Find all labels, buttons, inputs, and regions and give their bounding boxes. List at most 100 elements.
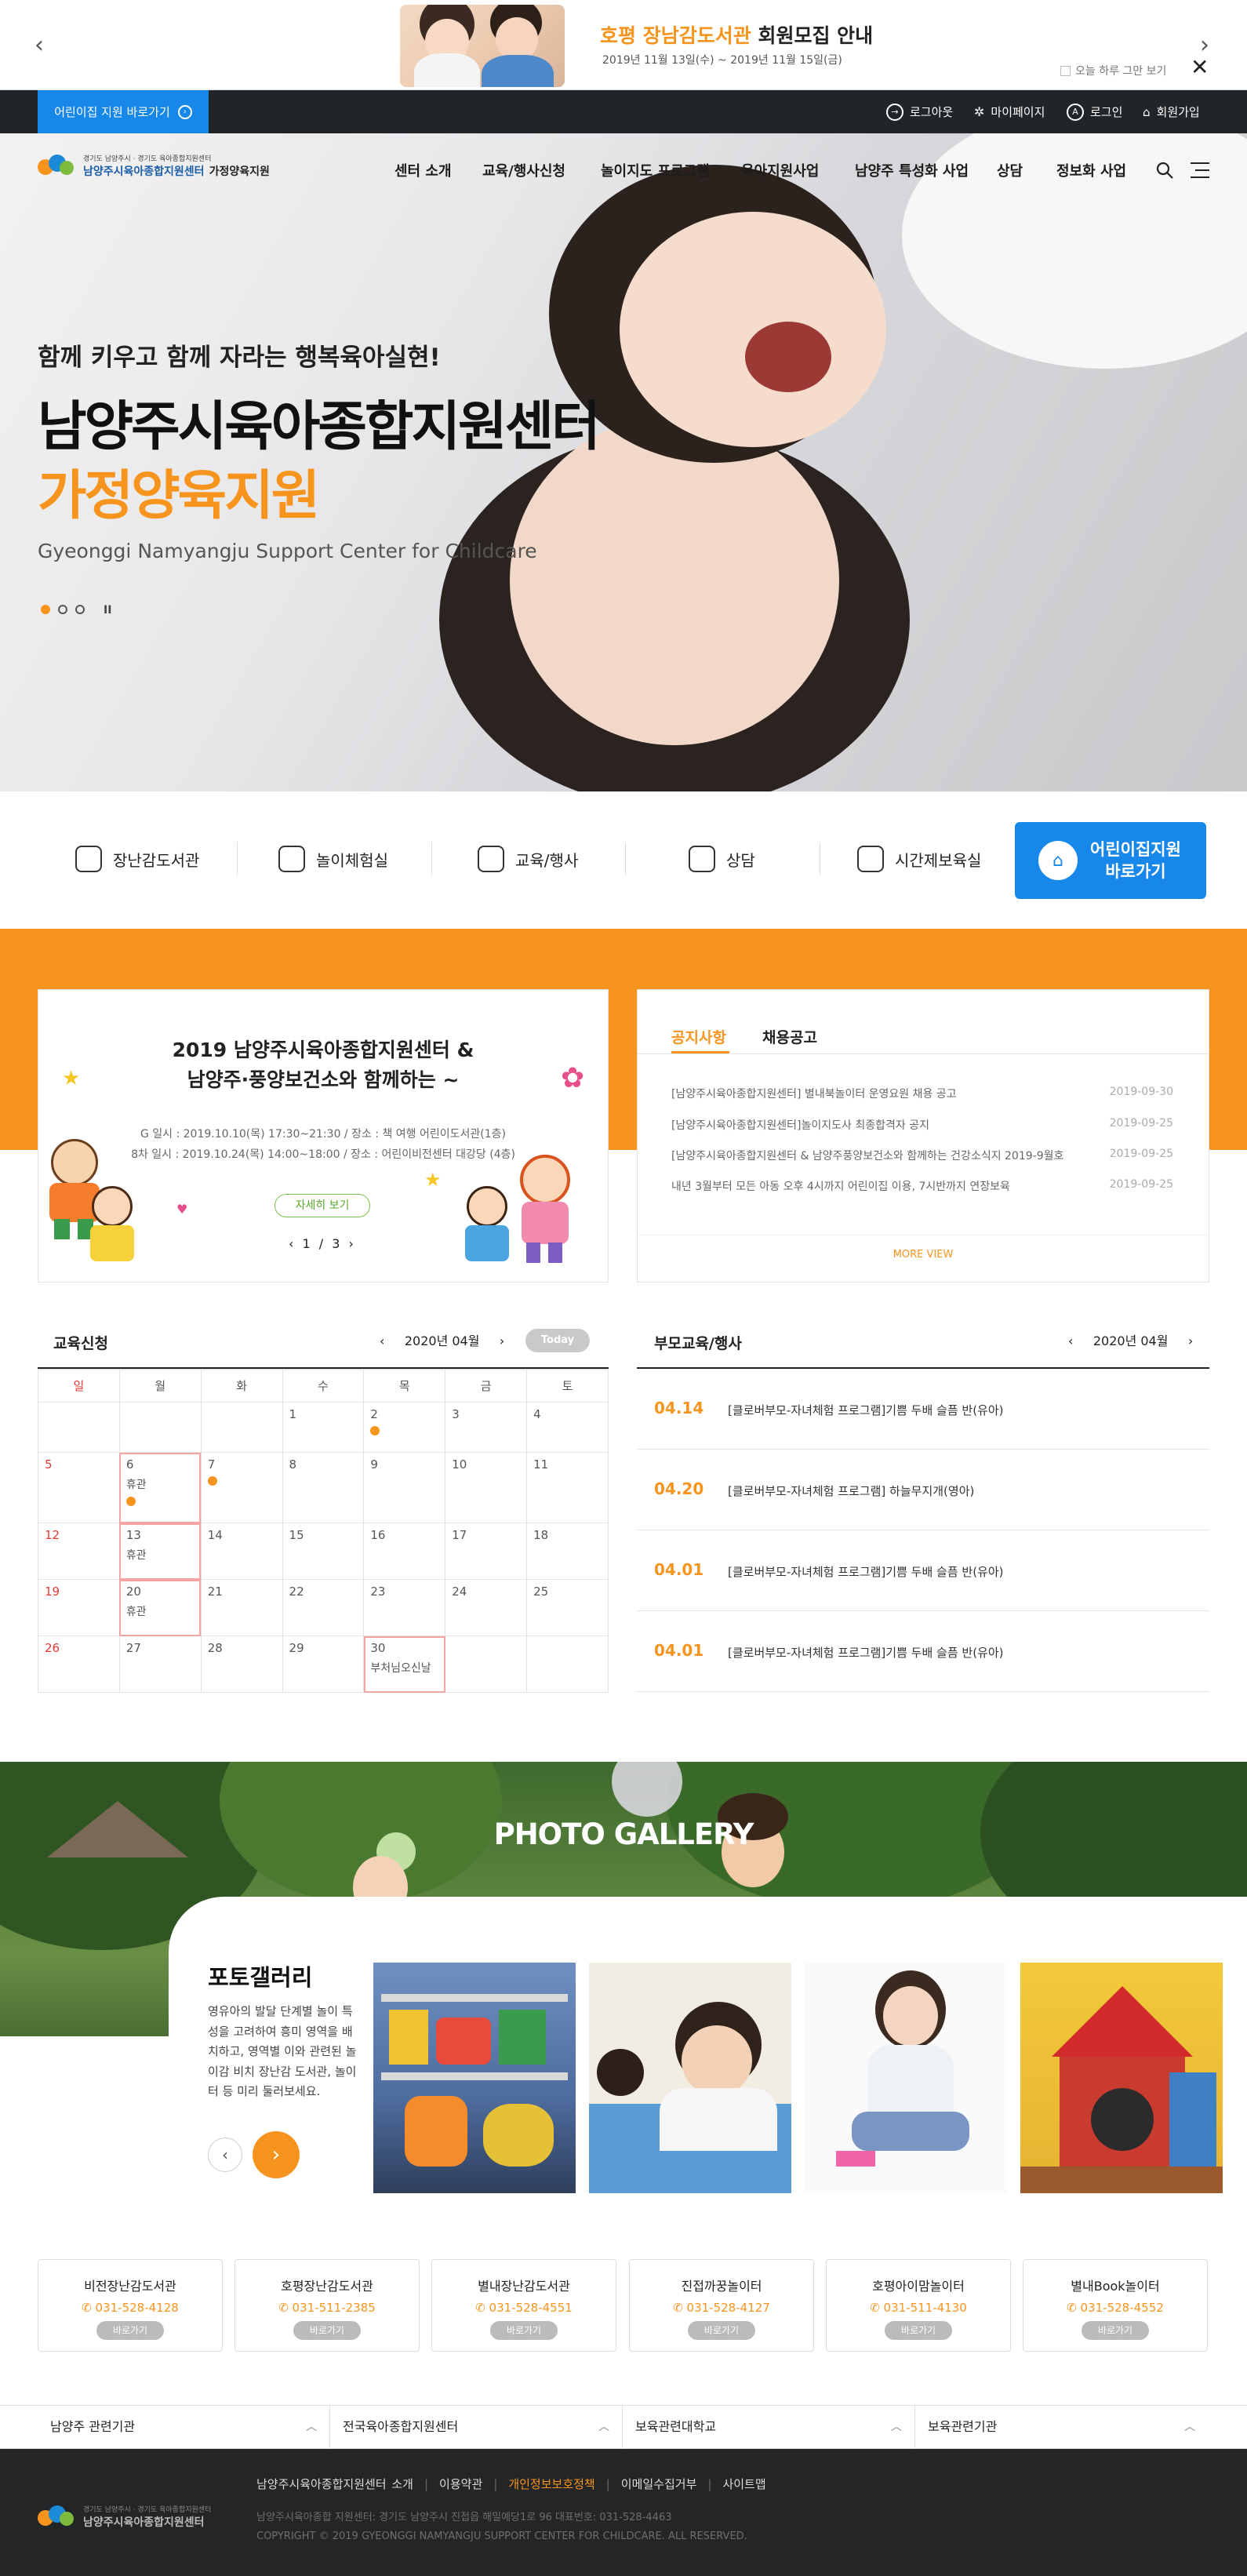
related-dropdown[interactable]: 보육관련대학교 ︿ <box>623 2405 915 2449</box>
tab-notice[interactable]: 공지사항 <box>671 1026 726 1047</box>
calendar-day-holiday[interactable]: 13 휴관 <box>118 1523 202 1580</box>
quick-toy-library[interactable]: 장난감도서관 <box>75 846 199 872</box>
slider-dot[interactable] <box>75 605 85 614</box>
login-link[interactable]: A 로그인 <box>1067 90 1122 133</box>
hamburger-menu-icon[interactable] <box>1191 162 1209 178</box>
facility-go-button[interactable]: 바로가기 <box>885 2321 952 2340</box>
detail-view-button[interactable]: 자세히 보기 <box>274 1194 370 1217</box>
calendar-day-holiday[interactable]: 6 휴관 <box>118 1452 202 1523</box>
calendar-day[interactable]: 9 <box>363 1452 446 1523</box>
nav-education[interactable]: 교육/행사신청 <box>482 160 565 180</box>
calendar-day[interactable]: 22 <box>282 1579 365 1636</box>
chevron-right-icon[interactable]: › <box>1188 1333 1193 1348</box>
parent-edu-row[interactable]: 04.01 [클로버부모-자녀체험 프로그램]기쁨 두배 슬픔 반(유아) <box>637 1611 1209 1692</box>
logo-sub-text: 가정양육지원 <box>209 165 270 178</box>
logout-link[interactable]: → 로그아웃 <box>886 90 953 133</box>
parent-edu-row[interactable]: 04.01 [클로버부모-자녀체험 프로그램]기쁨 두배 슬픔 반(유아) <box>637 1530 1209 1611</box>
popup-dismiss-checkbox[interactable]: 오늘 하루 그만 보기 <box>1060 63 1166 78</box>
gallery-photo-boy-drawing[interactable] <box>589 1963 791 2193</box>
calendar-day[interactable]: 28 <box>200 1635 283 1693</box>
signup-link[interactable]: ⌂ 회원가입 <box>1143 90 1200 133</box>
calendar-day[interactable]: 12 <box>38 1523 120 1580</box>
chevron-right-icon[interactable]: › <box>500 1333 504 1348</box>
parent-edu-row[interactable]: 04.14 [클로버부모-자녀체험 프로그램]기쁨 두배 슬픔 반(유아) <box>637 1369 1209 1450</box>
notice-row[interactable]: 내년 3월부터 모든 아동 오후 4시까지 어린이집 이용, 7시반까지 연장보… <box>671 1178 1173 1194</box>
calendar-day[interactable]: 3 <box>445 1402 528 1453</box>
footer-link-terms[interactable]: 이용약관 <box>439 2477 482 2491</box>
calendar-day[interactable]: 14 <box>200 1523 283 1580</box>
related-dropdown[interactable]: 전국육아종합지원센터 ︿ <box>330 2405 623 2449</box>
related-dropdown[interactable]: 보육관련기관 ︿ <box>915 2405 1208 2449</box>
daycare-support-link[interactable]: 어린이집 지원 바로가기 › <box>38 90 209 133</box>
notice-row[interactable]: [남양주시육아종합지원센터]놀이지도사 최종합격자 공지 2019-09-25 <box>671 1117 1173 1133</box>
calendar-day[interactable]: 4 <box>526 1402 609 1453</box>
notice-date: 2019-09-25 <box>1109 1148 1173 1160</box>
quick-education[interactable]: 교육/행사 <box>478 846 578 872</box>
calendar-day[interactable]: 29 <box>282 1635 365 1693</box>
facility-go-button[interactable]: 바로가기 <box>96 2321 164 2340</box>
gallery-photo-girl-origami[interactable] <box>805 1963 1007 2193</box>
nav-counseling[interactable]: 상담 <box>997 160 1023 180</box>
slider-dot[interactable] <box>58 605 67 614</box>
quick-counseling[interactable]: 상담 <box>689 846 755 872</box>
tab-recruitment[interactable]: 채용공고 <box>762 1026 817 1047</box>
gallery-photo-playground[interactable] <box>1020 1963 1223 2193</box>
calendar-day[interactable]: 24 <box>445 1579 528 1636</box>
slider-dot-active[interactable] <box>41 605 50 614</box>
calendar-day[interactable]: 5 <box>38 1452 120 1523</box>
calendar-day[interactable]: 2 <box>363 1402 446 1453</box>
calendar-day[interactable]: 21 <box>200 1579 283 1636</box>
event-pager[interactable]: ‹ 1 / 3 › <box>289 1236 354 1251</box>
facility-go-button[interactable]: 바로가기 <box>688 2321 755 2340</box>
footer-link-about[interactable]: 남양주시육아종합지원센터 소개 <box>256 2477 413 2491</box>
gallery-next-button[interactable]: › <box>253 2131 300 2178</box>
nav-informatization[interactable]: 정보화 사업 <box>1056 160 1126 180</box>
calendar-day[interactable]: 10 <box>445 1452 528 1523</box>
facility-go-button[interactable]: 바로가기 <box>1082 2321 1149 2340</box>
popup-prev-icon[interactable]: ‹ <box>35 31 44 59</box>
gallery-prev-button[interactable]: ‹ <box>208 2138 242 2172</box>
calendar-day[interactable]: 25 <box>526 1579 609 1636</box>
quick-hourly-care[interactable]: 시간제보육실 <box>857 846 981 872</box>
nav-childcare-support[interactable]: 육아지원사업 <box>741 160 819 180</box>
calendar-day[interactable]: 18 <box>526 1523 609 1580</box>
footer-link-privacy[interactable]: 개인정보보호정책 <box>508 2477 594 2491</box>
nav-center-intro[interactable]: 센터 소개 <box>394 160 452 180</box>
calendar-day-holiday[interactable]: 30 부처님오신날 <box>363 1635 446 1693</box>
calendar-day[interactable]: 7 <box>200 1452 283 1523</box>
notice-row[interactable]: [남양주시육아종합지원센터 & 남양주풍양보건소와 함께하는 건강소식지 201… <box>671 1148 1173 1163</box>
gallery-photo-toys[interactable] <box>373 1963 576 2193</box>
footer-link-sitemap[interactable]: 사이트맵 <box>722 2477 765 2491</box>
chevron-left-icon[interactable]: ‹ <box>380 1333 384 1348</box>
site-logo[interactable]: 경기도 남양주시 · 경기도 육아종합지원센터 남양주시육아종합지원센터 가정양육… <box>38 151 270 180</box>
calendar-day[interactable]: 16 <box>363 1523 446 1580</box>
calendar-day[interactable]: 8 <box>282 1452 365 1523</box>
search-icon[interactable] <box>1155 161 1174 180</box>
calendar-day[interactable]: 27 <box>118 1635 202 1693</box>
quick-play-room[interactable]: 놀이체험실 <box>278 846 388 872</box>
calendar-day-holiday[interactable]: 20 휴관 <box>118 1579 202 1636</box>
nav-special-projects[interactable]: 남양주 특성화 사업 <box>855 160 969 180</box>
calendar-day[interactable]: 11 <box>526 1452 609 1523</box>
calendar-day[interactable]: 1 <box>282 1402 365 1453</box>
checkbox-icon[interactable] <box>1060 65 1071 76</box>
close-icon[interactable]: ✕ <box>1191 56 1209 78</box>
daycare-support-button[interactable]: ⌂ 어린이집지원 바로가기 <box>1015 822 1206 899</box>
calendar-day[interactable]: 15 <box>282 1523 365 1580</box>
mypage-link[interactable]: ✲ 마이페이지 <box>974 90 1045 133</box>
pause-icon[interactable]: II <box>104 604 111 617</box>
more-view-link[interactable]: MORE VIEW <box>637 1249 1209 1261</box>
chevron-left-icon[interactable]: ‹ <box>1068 1333 1073 1348</box>
nav-play-program[interactable]: 놀이지도 프로그램 <box>601 160 710 180</box>
facility-go-button[interactable]: 바로가기 <box>490 2321 558 2340</box>
notice-row[interactable]: [남양주시육아종합지원센터] 별내북놀이터 운영요원 채용 공고 2019-09-… <box>671 1086 1173 1101</box>
calendar-day[interactable]: 17 <box>445 1523 528 1580</box>
calendar-day[interactable]: 23 <box>363 1579 446 1636</box>
calendar-day[interactable]: 19 <box>38 1579 120 1636</box>
today-button[interactable]: Today <box>525 1329 590 1352</box>
calendar-day[interactable]: 26 <box>38 1635 120 1693</box>
parent-edu-row[interactable]: 04.20 [클로버부모-자녀체험 프로그램] 하늘무지개(영아) <box>637 1450 1209 1530</box>
footer-link-email-refusal[interactable]: 이메일수집거부 <box>621 2477 697 2491</box>
related-dropdown[interactable]: 남양주 관련기관 ︿ <box>38 2405 330 2449</box>
facility-go-button[interactable]: 바로가기 <box>293 2321 361 2340</box>
